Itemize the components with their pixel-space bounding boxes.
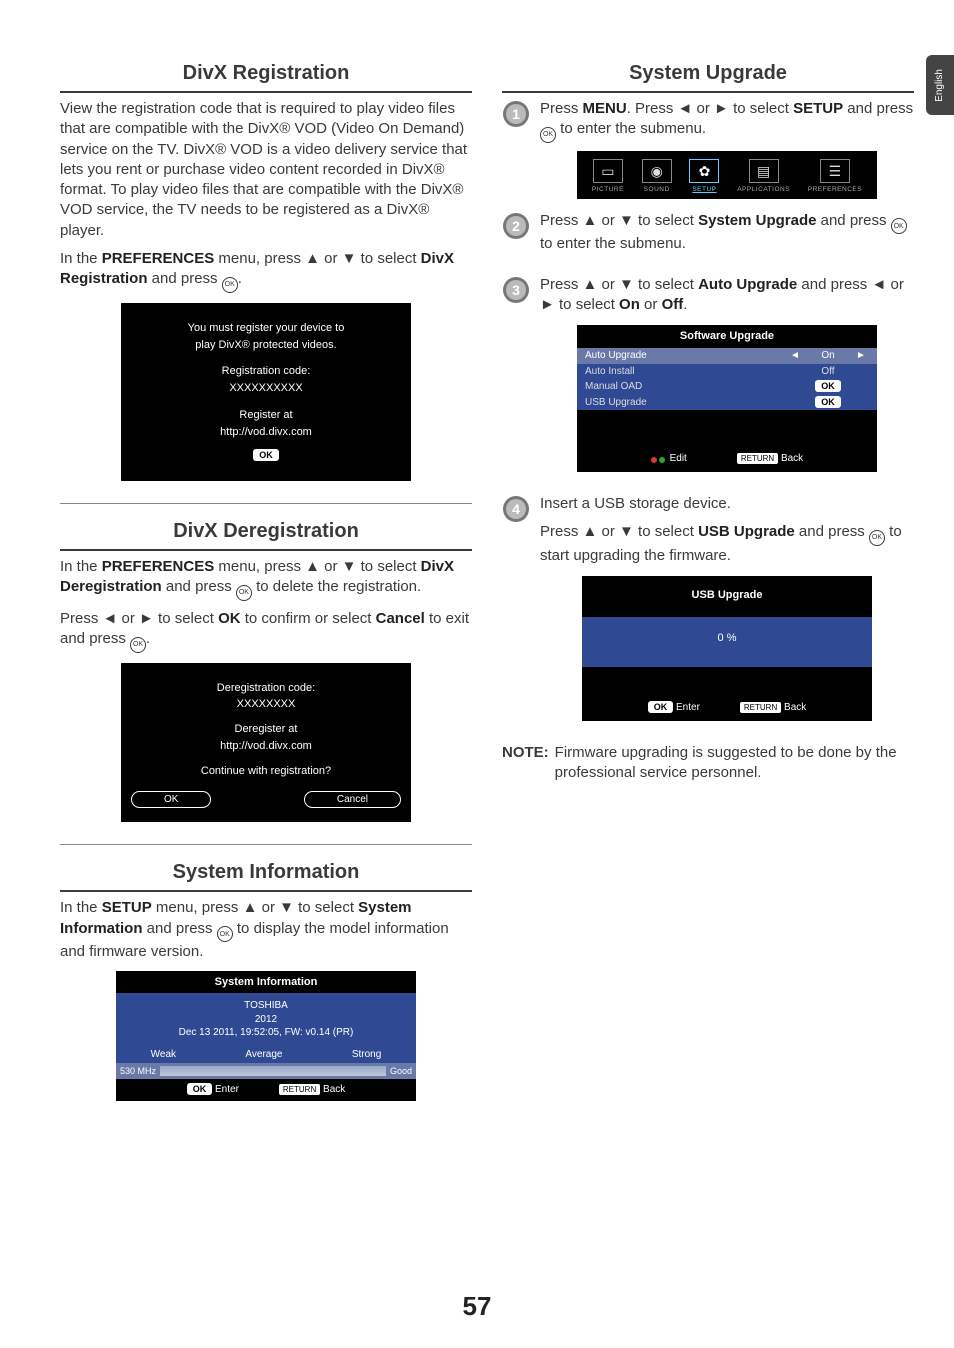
- osd-line: Registration code:: [131, 364, 401, 379]
- sig-strong: Strong: [352, 1048, 381, 1062]
- osd-line: play DivX® protected videos.: [131, 338, 401, 353]
- dereg-ok-pill: OK: [131, 791, 211, 809]
- divx-dereg-p2: Press ◄ or ► to select OK to confirm or …: [60, 609, 472, 653]
- swup-row: USB UpgradeOK: [577, 395, 877, 411]
- right-column: System Upgrade 1 Press MENU. Press ◄ or …: [502, 60, 914, 1109]
- usbup-title: USB Upgrade: [582, 584, 872, 617]
- software-upgrade-osd: Software Upgrade Auto Upgrade◄On► Auto I…: [577, 325, 877, 471]
- prefs-icon: ☰: [820, 159, 850, 183]
- usb-upgrade-osd: USB Upgrade 0 % OK Enter RETURN Back: [582, 576, 872, 721]
- sysinfo-osd-title: System Information: [116, 971, 416, 994]
- sig-weak: Weak: [151, 1048, 176, 1062]
- step4b-text: Press ▲ or ▼ to select USB Upgrade and p…: [540, 522, 914, 566]
- ok-icon: OK: [891, 218, 907, 234]
- step3-text: Press ▲ or ▼ to select Auto Upgrade and …: [540, 275, 914, 316]
- ok-glyph: OK: [648, 701, 674, 713]
- sysinfo-p: In the SETUP menu, press ▲ or ▼ to selec…: [60, 898, 472, 962]
- sound-icon: ◉: [642, 159, 672, 183]
- divx-reg-title: DivX Registration: [60, 60, 472, 93]
- sysinfo-brand: TOSHIBA: [120, 999, 412, 1013]
- return-glyph: RETURN: [737, 453, 778, 464]
- left-column: DivX Registration View the registration …: [60, 60, 472, 1109]
- setup-menubar: ▭PICTURE ◉SOUND ✿SETUP ▤APPLICATIONS ☰PR…: [577, 151, 877, 199]
- ok-icon: OK: [236, 585, 252, 601]
- swup-title: Software Upgrade: [577, 325, 877, 348]
- osd-line: http://vod.divx.com: [131, 739, 401, 754]
- swup-row: Manual OADOK: [577, 379, 877, 395]
- sysinfo-fw: Dec 13 2011, 19:52:05, FW: v0.14 (PR): [120, 1026, 412, 1040]
- sig-avg: Average: [245, 1048, 282, 1062]
- sig-good: Good: [390, 1065, 412, 1077]
- step4a-text: Insert a USB storage device.: [540, 494, 914, 514]
- language-tab: English: [926, 55, 954, 115]
- ok-icon: OK: [869, 530, 885, 546]
- ok-icon: OK: [540, 127, 556, 143]
- note-label: NOTE:: [502, 743, 549, 784]
- note: NOTE: Firmware upgrading is suggested to…: [502, 743, 914, 784]
- ok-icon: OK: [217, 926, 233, 942]
- divx-dereg-title: DivX Deregistration: [60, 518, 472, 551]
- osd-line: You must register your device to: [131, 321, 401, 336]
- language-label: English: [933, 69, 947, 102]
- color-dots-icon: [651, 454, 667, 468]
- sysupgrade-title: System Upgrade: [502, 60, 914, 93]
- ok-icon: OK: [130, 637, 146, 653]
- divx-reg-instr: In the PREFERENCES menu, press ▲ or ▼ to…: [60, 249, 472, 293]
- signal-bar: [160, 1066, 386, 1076]
- step-1: 1 Press MENU. Press ◄ or ► to select SET…: [502, 99, 914, 199]
- osd-line: Deregistration code:: [131, 681, 401, 696]
- osd-line: Continue with registration?: [131, 764, 401, 779]
- step-4: 4 Insert a USB storage device. Press ▲ o…: [502, 494, 914, 731]
- swup-row: Auto Upgrade◄On►: [577, 348, 877, 364]
- picture-icon: ▭: [593, 159, 623, 183]
- note-text: Firmware upgrading is suggested to be do…: [555, 743, 914, 784]
- sig-freq: 530 MHz: [120, 1065, 156, 1077]
- return-glyph: RETURN: [740, 702, 781, 713]
- sysinfo-year: 2012: [120, 1013, 412, 1027]
- step2-text: Press ▲ or ▼ to select System Upgrade an…: [540, 211, 914, 255]
- swup-row: Auto InstallOff: [577, 364, 877, 380]
- sysinfo-title: System Information: [60, 859, 472, 892]
- step-2: 2 Press ▲ or ▼ to select System Upgrade …: [502, 211, 914, 263]
- usbup-body: 0 %: [582, 617, 872, 668]
- setup-icon: ✿: [689, 159, 719, 183]
- return-glyph: RETURN: [279, 1084, 320, 1095]
- step1-text: Press MENU. Press ◄ or ► to select SETUP…: [540, 99, 914, 143]
- osd-line: XXXXXXXXXX: [131, 381, 401, 396]
- step-3: 3 Press ▲ or ▼ to select Auto Upgrade an…: [502, 275, 914, 482]
- sysinfo-osd: System Information TOSHIBA 2012 Dec 13 2…: [116, 971, 416, 1101]
- osd-line: Deregister at: [131, 722, 401, 737]
- ok-button-glyph: OK: [253, 449, 279, 461]
- osd-line: XXXXXXXX: [131, 697, 401, 712]
- ok-glyph: OK: [187, 1083, 213, 1095]
- osd-line: Register at: [131, 408, 401, 423]
- page-number: 57: [0, 1289, 954, 1324]
- divx-reg-osd: You must register your device to play Di…: [121, 303, 411, 481]
- divx-reg-intro: View the registration code that is requi…: [60, 99, 472, 241]
- divx-dereg-osd: Deregistration code: XXXXXXXX Deregister…: [121, 663, 411, 823]
- osd-line: http://vod.divx.com: [131, 425, 401, 440]
- dereg-cancel-pill: Cancel: [304, 791, 401, 809]
- ok-icon: OK: [222, 277, 238, 293]
- apps-icon: ▤: [749, 159, 779, 183]
- divx-dereg-p1: In the PREFERENCES menu, press ▲ or ▼ to…: [60, 557, 472, 601]
